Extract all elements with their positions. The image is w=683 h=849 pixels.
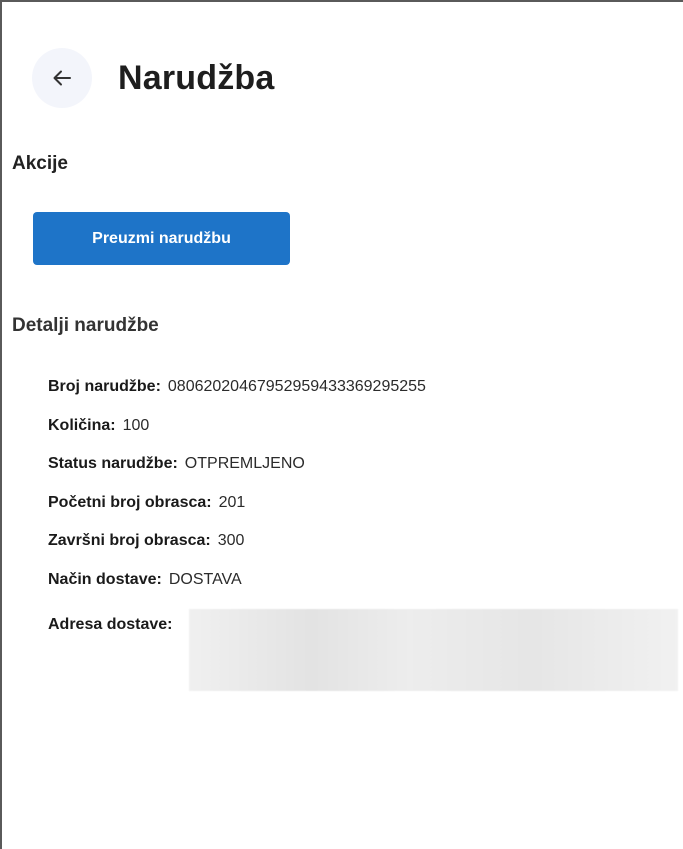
detail-row-delivery-address: Adresa dostave: — [48, 609, 678, 691]
actions-heading: Akcije — [12, 153, 68, 174]
detail-row-delivery-method: Način dostave: DOSTAVA — [48, 571, 678, 610]
take-order-button[interactable]: Preuzmi narudžbu — [33, 212, 290, 265]
detail-value: 300 — [217, 532, 245, 549]
order-details-heading: Detalji narudžbe — [12, 315, 159, 336]
detail-row-status: Status narudžbe: OTPREMLJENO — [48, 455, 678, 494]
page-title: Narudžba — [118, 58, 275, 97]
detail-row-end-form-number: Završni broj obrasca: 300 — [48, 532, 678, 571]
back-button[interactable] — [32, 48, 92, 108]
redacted-address — [189, 609, 678, 691]
detail-value: 201 — [218, 493, 246, 511]
detail-value: 100 — [122, 416, 150, 434]
detail-row-quantity: Količina: 100 — [48, 417, 678, 456]
app-window: Narudžba Akcije Preuzmi narudžbu Detalji… — [0, 0, 683, 849]
order-details: Broj narudžbe: 0806202046795295943336929… — [48, 378, 678, 691]
detail-label: Broj narudžbe: — [48, 378, 161, 395]
detail-label: Status narudžbe: — [48, 455, 178, 472]
detail-value: OTPREMLJENO — [184, 455, 305, 472]
detail-label: Način dostave: — [48, 570, 162, 588]
detail-label: Količina: — [48, 416, 116, 434]
detail-label: Početni broj obrasca: — [48, 493, 212, 511]
detail-row-start-form-number: Početni broj obrasca: 201 — [48, 494, 678, 533]
detail-label: Završni broj obrasca: — [48, 532, 211, 549]
detail-row-order-number: Broj narudžbe: 0806202046795295943336929… — [48, 378, 678, 417]
detail-value: DOSTAVA — [168, 570, 242, 588]
page-header: Narudžba — [32, 48, 275, 108]
arrow-left-icon — [51, 67, 73, 89]
detail-value: 08062020467952959433369295255 — [167, 378, 426, 395]
detail-label: Adresa dostave: — [48, 616, 173, 633]
